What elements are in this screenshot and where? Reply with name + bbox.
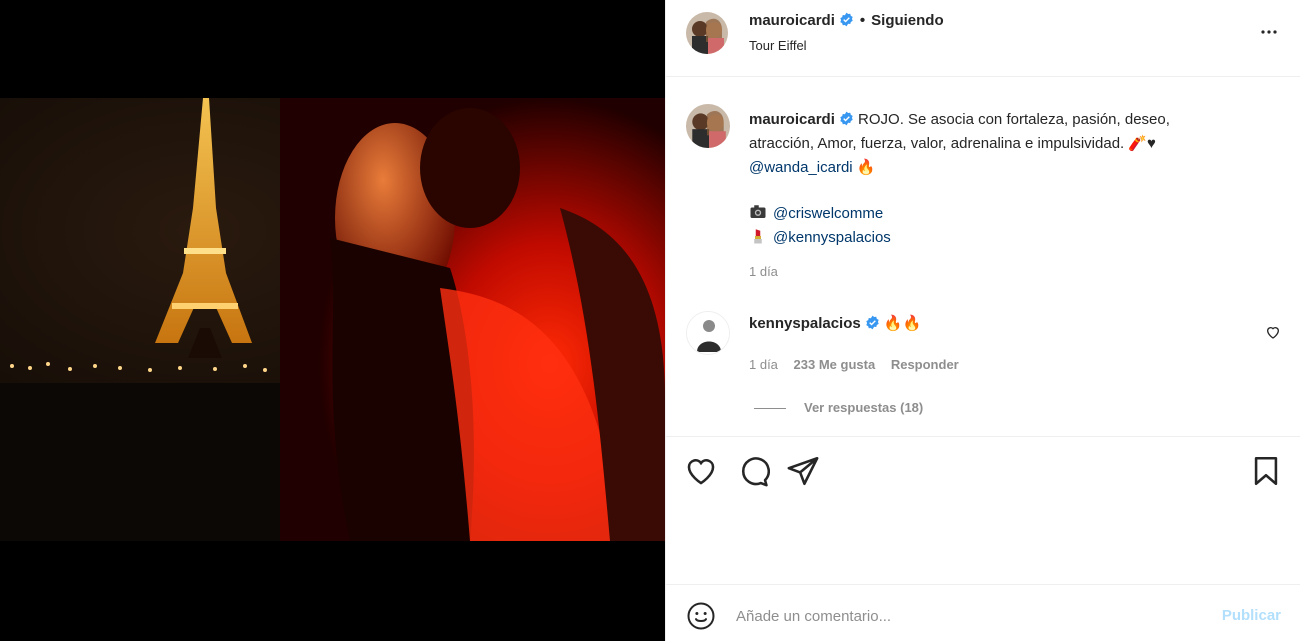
view-replies-button[interactable]: Ver respuestas (18) xyxy=(754,400,923,415)
verified-badge-icon xyxy=(839,110,854,126)
comment-input[interactable] xyxy=(736,603,1186,629)
caption-username[interactable]: mauroicardi xyxy=(749,111,835,128)
commenter-username[interactable]: kennyspalacios xyxy=(749,315,861,332)
fire-emoji: 🔥 xyxy=(856,159,876,176)
view-replies-label: Ver respuestas (18) xyxy=(804,400,924,415)
share-icon[interactable] xyxy=(786,454,820,488)
caption-text-line2: atracción, Amor, fuerza, valor, adrenali… xyxy=(749,135,1156,152)
replies-divider xyxy=(754,408,786,410)
caption-timestamp: 1 día xyxy=(749,264,778,279)
separator-dot: • xyxy=(859,12,866,29)
comment-timestamp: 1 día xyxy=(749,357,778,372)
author-avatar[interactable] xyxy=(686,12,728,54)
header-user-row: mauroicardi • Siguiendo xyxy=(749,12,944,29)
post-caption: mauroicardi ROJO. Se asocia con fortalez… xyxy=(749,108,1269,250)
comment-text: 🔥🔥 xyxy=(883,315,922,332)
emoji-smiley-icon[interactable] xyxy=(686,601,716,631)
commenter-avatar[interactable] xyxy=(686,311,730,355)
bookmark-icon[interactable] xyxy=(1249,454,1283,488)
post-media xyxy=(0,0,665,641)
publish-button[interactable]: Publicar xyxy=(1222,607,1281,624)
comment-like-heart-icon[interactable] xyxy=(1265,324,1281,340)
comment-likes[interactable]: 233 Me gusta xyxy=(794,357,876,372)
comment-item: kennyspalacios 🔥🔥 xyxy=(749,314,921,332)
post-header: mauroicardi • Siguiendo Tour Eiffel xyxy=(666,0,1300,77)
reply-button[interactable]: Responder xyxy=(891,357,959,372)
camera-icon xyxy=(749,203,767,221)
post-sidebar: mauroicardi • Siguiendo Tour Eiffel maur… xyxy=(665,0,1300,641)
photo-credit: @criswelcomme xyxy=(749,202,1269,226)
makeup-credit: @kennyspalacios xyxy=(749,226,1269,250)
caption-author-avatar[interactable] xyxy=(686,104,730,148)
add-comment-bar: Publicar xyxy=(666,584,1300,641)
caption-text-line1: ROJO. Se asocia con fortaleza, pasión, d… xyxy=(858,111,1170,128)
makeup-artist-link[interactable]: @kennyspalacios xyxy=(773,229,891,246)
verified-badge-icon xyxy=(839,12,854,27)
mention-link[interactable]: @wanda_icardi xyxy=(749,159,853,176)
post-location[interactable]: Tour Eiffel xyxy=(749,38,807,53)
more-options-icon[interactable] xyxy=(1257,20,1281,44)
comments-section[interactable]: mauroicardi ROJO. Se asocia con fortalez… xyxy=(666,78,1300,436)
comment-meta: 1 día 233 Me gusta Responder xyxy=(749,357,971,372)
author-username[interactable]: mauroicardi xyxy=(749,12,835,29)
following-button[interactable]: Siguiendo xyxy=(871,12,944,29)
comment-icon[interactable] xyxy=(736,454,770,488)
photographer-link[interactable]: @criswelcomme xyxy=(773,205,883,222)
photo-illustration xyxy=(0,98,665,541)
instagram-post: mauroicardi • Siguiendo Tour Eiffel maur… xyxy=(0,0,1300,641)
heart-icon[interactable] xyxy=(684,454,718,488)
verified-badge-icon xyxy=(865,315,880,330)
post-photo[interactable] xyxy=(0,98,665,541)
post-actions xyxy=(666,436,1300,586)
lipstick-icon xyxy=(749,227,767,245)
